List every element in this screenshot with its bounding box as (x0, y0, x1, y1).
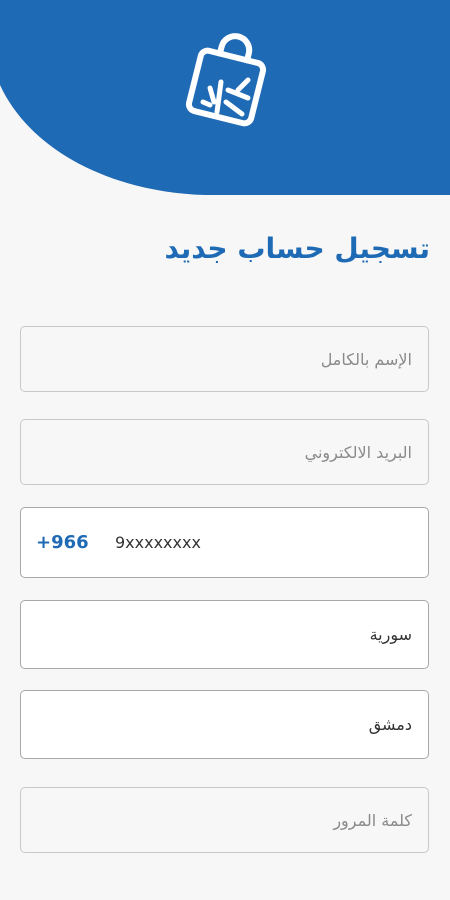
email-input[interactable] (21, 420, 428, 484)
city-field[interactable] (20, 690, 429, 759)
phone-input[interactable] (21, 508, 428, 577)
city-input[interactable] (21, 691, 428, 758)
page-title: تسجيل حساب جديد (164, 232, 430, 265)
password-field[interactable] (20, 787, 429, 853)
country-field[interactable] (20, 600, 429, 669)
country-input[interactable] (21, 601, 428, 668)
password-input[interactable] (21, 788, 428, 852)
shopping-bag-sparkle-icon (176, 32, 276, 132)
phone-field[interactable]: +966 (20, 507, 429, 578)
full-name-input[interactable] (21, 327, 428, 391)
email-field[interactable] (20, 419, 429, 485)
full-name-field[interactable] (20, 326, 429, 392)
